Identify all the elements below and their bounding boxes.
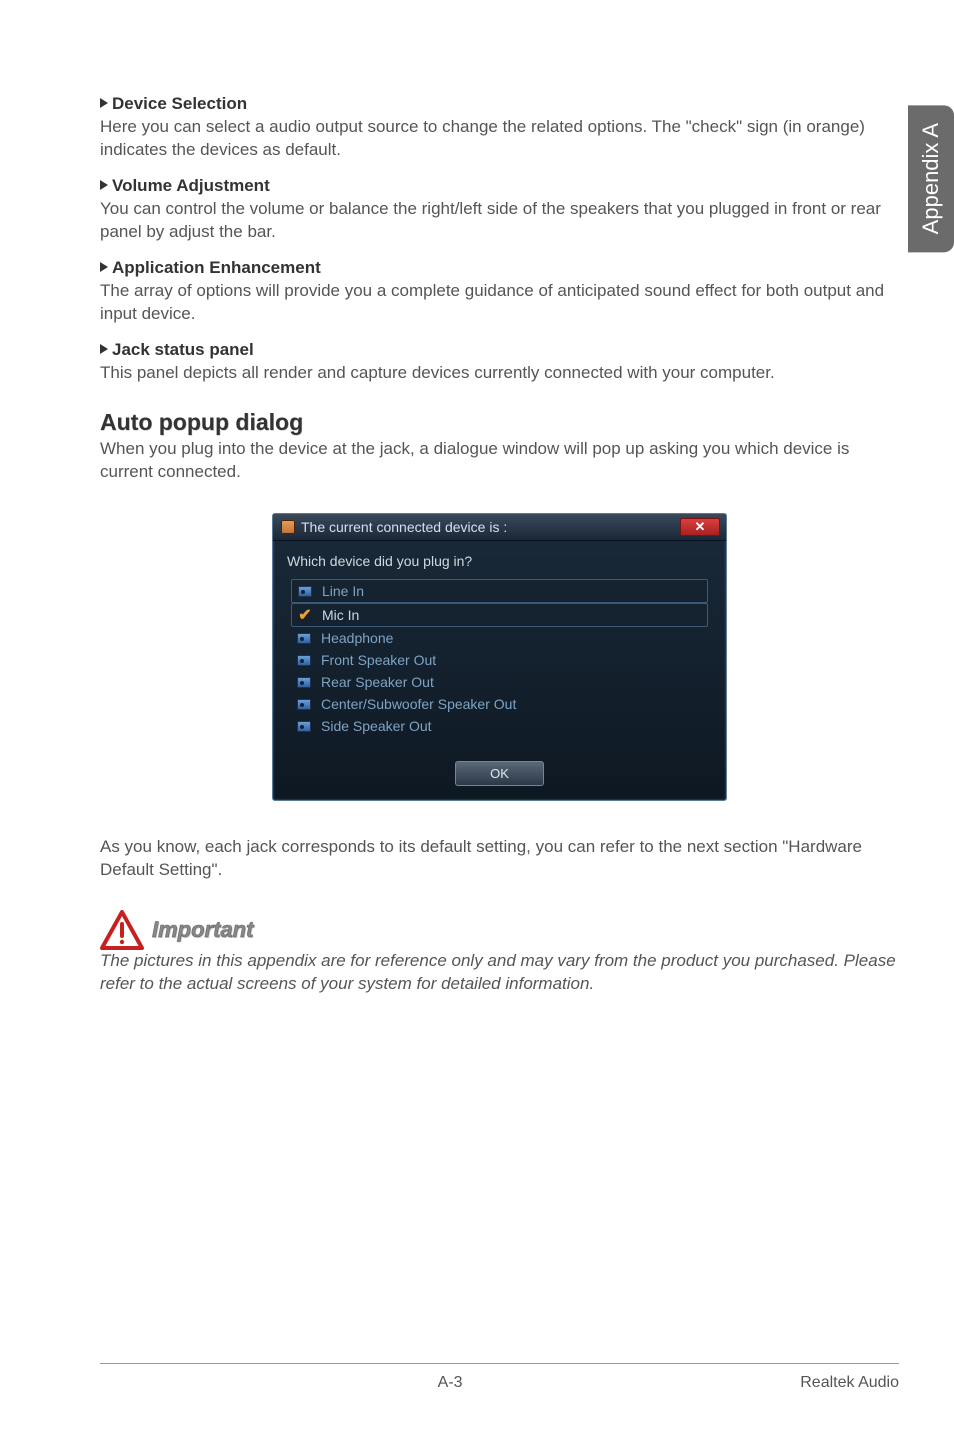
footer-page-number: A-3: [438, 1374, 463, 1392]
heading-text: Volume Adjustment: [112, 176, 270, 195]
device-option[interactable]: Line In: [291, 579, 708, 603]
warning-icon: [100, 910, 144, 950]
body-auto-popup-intro: When you plug into the device at the jac…: [100, 438, 899, 484]
device-option[interactable]: Rear Speaker Out: [291, 671, 708, 693]
close-button[interactable]: ✕: [680, 518, 720, 536]
body-jack-status: This panel depicts all render and captur…: [100, 362, 899, 385]
device-option[interactable]: Center/Subwoofer Speaker Out: [291, 693, 708, 715]
dialog-footer: OK: [273, 743, 726, 800]
device-label: Front Speaker Out: [321, 652, 436, 668]
body-volume-adjustment: You can control the volume or balance th…: [100, 198, 899, 244]
device-option[interactable]: ✔ Mic In: [291, 603, 708, 627]
device-label: Mic In: [322, 607, 359, 623]
heading-text: Device Selection: [112, 94, 247, 113]
subtitle-auto-popup: Auto popup dialog: [100, 409, 899, 436]
heading-volume-adjustment: Volume Adjustment: [100, 176, 899, 196]
dialog-title-text: The current connected device is :: [301, 519, 507, 535]
device-label: Center/Subwoofer Speaker Out: [321, 696, 516, 712]
device-list: Line In ✔ Mic In Headphone Front Speaker…: [273, 579, 726, 743]
important-label: Important: [152, 917, 253, 943]
body-device-selection: Here you can select a audio output sourc…: [100, 116, 899, 162]
dialog-titlebar: The current connected device is : ✕: [273, 514, 726, 541]
jack-icon: [297, 699, 311, 710]
heading-text: Application Enhancement: [112, 258, 321, 277]
device-label: Side Speaker Out: [321, 718, 432, 734]
device-option[interactable]: Side Speaker Out: [291, 715, 708, 737]
arrow-icon: [100, 262, 108, 272]
body-application-enhancement: The array of options will provide you a …: [100, 280, 899, 326]
jack-icon: [297, 655, 311, 666]
device-option[interactable]: Headphone: [291, 627, 708, 649]
ok-button[interactable]: OK: [455, 761, 544, 786]
dialog-wrapper: The current connected device is : ✕ Whic…: [100, 513, 899, 801]
heading-text: Jack status panel: [112, 340, 254, 359]
device-label: Rear Speaker Out: [321, 674, 434, 690]
arrow-icon: [100, 344, 108, 354]
arrow-icon: [100, 180, 108, 190]
heading-jack-status: Jack status panel: [100, 340, 899, 360]
device-label: Headphone: [321, 630, 393, 646]
heading-application-enhancement: Application Enhancement: [100, 258, 899, 278]
important-block: Important The pictures in this appendix …: [100, 910, 899, 996]
device-label: Line In: [322, 583, 364, 599]
jack-icon: [297, 677, 311, 688]
jack-icon: [298, 586, 312, 597]
jack-icon: [297, 721, 311, 732]
check-icon: ✔: [298, 610, 312, 621]
heading-device-selection: Device Selection: [100, 94, 899, 114]
dialog-subtitle: Which device did you plug in?: [273, 541, 726, 579]
device-option[interactable]: Front Speaker Out: [291, 649, 708, 671]
page-footer: A-3 Realtek Audio: [100, 1363, 899, 1392]
device-dialog: The current connected device is : ✕ Whic…: [272, 513, 727, 801]
page-content: Device Selection Here you can select a a…: [0, 0, 954, 1036]
important-header: Important: [100, 910, 899, 950]
jack-icon: [297, 633, 311, 644]
speaker-icon: [281, 520, 295, 534]
important-text: The pictures in this appendix are for re…: [100, 950, 899, 996]
footer-section-name: Realtek Audio: [800, 1374, 899, 1392]
body-after-dialog: As you know, each jack corresponds to it…: [100, 836, 899, 882]
arrow-icon: [100, 98, 108, 108]
